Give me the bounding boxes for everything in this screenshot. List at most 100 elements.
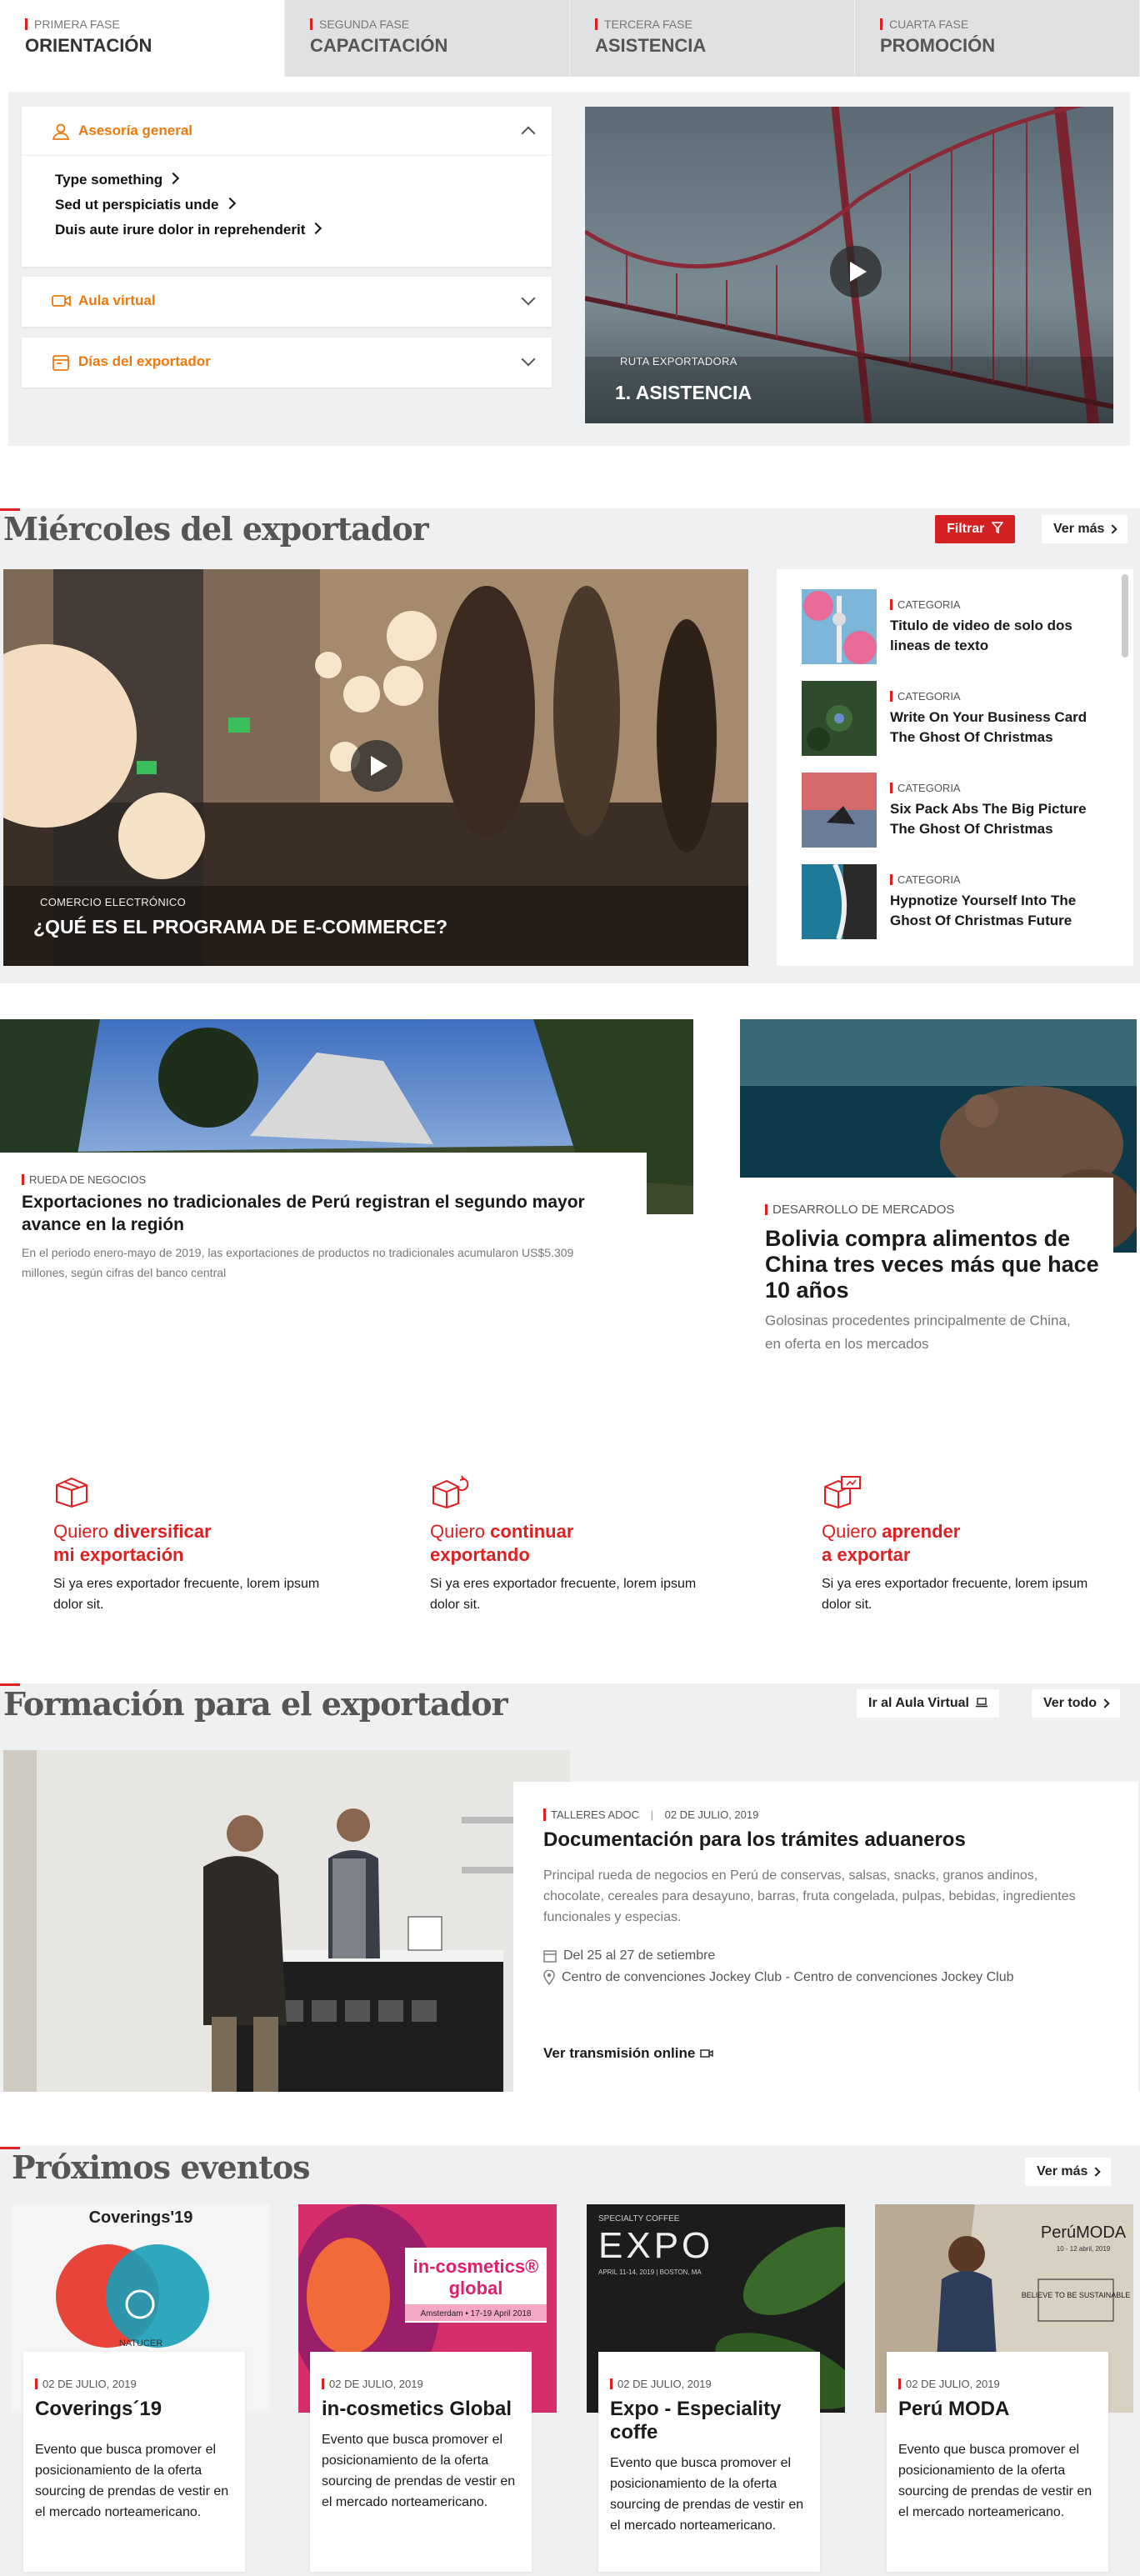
event-date: 02 DE JULIO, 2019 <box>322 2378 532 2389</box>
item-category: CATEGORIA <box>890 783 961 793</box>
why-heading: Quiero aprender a exportar <box>822 1521 961 1565</box>
why-diversificar[interactable]: Quiero diversificar mi exportación Si ya … <box>53 1475 320 1615</box>
chevron-right-icon <box>1091 2167 1102 2177</box>
svg-text:in-cosmetics®: in-cosmetics® <box>413 2256 539 2277</box>
card-when: Del 25 al 27 de setiembre <box>543 1948 715 1963</box>
formacion-card[interactable]: TALLERES ADOC | 02 DE JULIO, 2019 Docume… <box>513 1782 1138 2092</box>
tab-promocion[interactable]: CUARTA FASE PROMOCIÓN <box>855 0 1140 77</box>
accordion-link[interactable]: Sed ut perspiciatis unde <box>55 193 552 218</box>
box-screen-icon <box>822 1475 861 1508</box>
event-card[interactable]: 02 DE JULIO, 2019 Coverings´19 Evento qu… <box>23 2352 245 2572</box>
hero-video[interactable]: RUTA EXPORTADORA 1. ASISTENCIA <box>585 107 1113 423</box>
aula-label: Ir al Aula Virtual <box>868 1696 969 1710</box>
why-continuar[interactable]: Quiero continuar exportando Si ya eres ex… <box>430 1475 697 1615</box>
tab-name: ORIENTACIÓN <box>25 35 152 56</box>
filter-button[interactable]: Filtrar <box>935 515 1015 543</box>
video-title: 1. ASISTENCIA <box>615 382 752 403</box>
accordion-title: Aula virtual <box>78 293 156 308</box>
tab-phase: CUARTA FASE <box>880 18 1139 30</box>
why-desc: Si ya eres exportador frecuente, lorem i… <box>822 1577 1088 1612</box>
ver-mas-button[interactable]: Ver más <box>1042 515 1128 543</box>
accordion-header-asesoria[interactable]: Asesoría general <box>22 107 552 155</box>
section-title: Próximos eventos <box>12 2148 311 2186</box>
accordion-asesoria: Asesoría general Type something Sed ut p… <box>22 107 552 267</box>
why-aprender[interactable]: Quiero aprender a exportar Si ya eres exp… <box>822 1475 1088 1615</box>
video-list: CATEGORIA Titulo de video de solo dos li… <box>777 569 1133 966</box>
box-refresh-icon <box>430 1475 469 1508</box>
svg-text:global: global <box>449 2278 503 2298</box>
news-category: RUEDA DE NEGOCIOS <box>22 1174 146 1185</box>
card-where-text: Centro de convenciones Jockey Club - Cen… <box>562 1970 1014 1984</box>
thumbnail <box>802 773 877 848</box>
accordion-title: Días del exportador <box>78 353 211 369</box>
tab-phase: TERCERA FASE <box>595 18 854 30</box>
tab-phase: SEGUNDA FASE <box>310 18 569 30</box>
accordion-header-dias[interactable]: Días del exportador <box>22 338 552 386</box>
accordion-link[interactable]: Type something <box>55 168 552 193</box>
accordion-header-aula[interactable]: Aula virtual <box>22 277 552 325</box>
news-desc: Golosinas procedentes principalmente de … <box>765 1313 1071 1352</box>
event-desc: Evento que busca promover el posicionami… <box>898 2443 1092 2519</box>
card-desc: Principal rueda de negocios en Perú de c… <box>543 1868 1076 1924</box>
svg-text:EXPO: EXPO <box>598 2225 713 2266</box>
ver-todo-button[interactable]: Ver todo <box>1032 1689 1121 1718</box>
play-button[interactable] <box>830 246 882 298</box>
svg-text:PerúMODA: PerúMODA <box>1041 2223 1127 2242</box>
chevron-down-icon[interactable] <box>521 291 536 306</box>
event-card[interactable]: 02 DE JULIO, 2019 in-cosmetics Global Ev… <box>310 2352 532 2572</box>
formacion-image[interactable] <box>3 1750 570 2092</box>
feature-video[interactable]: COMERCIO ELECTRÓNICO ¿QUÉ ES EL PROGRAMA… <box>3 569 748 966</box>
list-item[interactable]: CATEGORIA Write On Your Business Card Th… <box>802 681 1110 758</box>
accordion-link[interactable]: Duis aute irure dolor in reprehenderit <box>55 218 552 243</box>
item-category: CATEGORIA <box>890 691 961 702</box>
thumbnail <box>802 681 877 756</box>
thumbnail <box>802 864 877 939</box>
play-button[interactable] <box>351 740 402 792</box>
location-pin-icon <box>543 1970 555 1985</box>
item-category: CATEGORIA <box>890 874 961 885</box>
phase-tabs: PRIMERA FASE ORIENTACIÓN SEGUNDA FASE CA… <box>0 0 1140 77</box>
ver-mas-label: Ver más <box>1037 2164 1088 2178</box>
card-title: Documentación para los trámites aduanero… <box>543 1828 966 1851</box>
svg-text:APRIL 11-14, 2019 | BOSTON, MA: APRIL 11-14, 2019 | BOSTON, MA <box>598 2268 702 2276</box>
tab-name: ASISTENCIA <box>595 35 707 56</box>
transmision-link[interactable]: Ver transmisión online <box>543 2045 714 2062</box>
chevron-right-icon <box>1100 1698 1110 1708</box>
calendar-icon <box>52 354 70 371</box>
news-card-1[interactable]: RUEDA DE NEGOCIOS Exportaciones no tradi… <box>0 1153 647 1294</box>
event-title: Perú MODA <box>898 2398 1010 2420</box>
item-title: Six Pack Abs The Big Picture The Ghost O… <box>890 801 1087 837</box>
calendar-icon <box>543 1949 557 1963</box>
event-date: 02 DE JULIO, 2019 <box>610 2378 820 2389</box>
event-date: 02 DE JULIO, 2019 <box>35 2378 245 2389</box>
news-title: Bolivia compra alimentos de China tres v… <box>765 1226 1099 1303</box>
tab-asistencia[interactable]: TERCERA FASE ASISTENCIA <box>570 0 855 77</box>
event-card[interactable]: 02 DE JULIO, 2019 Expo - Especiality cof… <box>598 2352 820 2572</box>
tab-phase: PRIMERA FASE <box>25 18 284 30</box>
list-item[interactable]: CATEGORIA Hypnotize Yourself Into The Gh… <box>802 864 1110 941</box>
chevron-down-icon[interactable] <box>521 352 536 367</box>
event-card[interactable]: 02 DE JULIO, 2019 Perú MODA Evento que b… <box>887 2352 1108 2572</box>
video-title: ¿QUÉ ES EL PROGRAMA DE E-COMMERCE? <box>33 916 448 938</box>
list-item[interactable]: CATEGORIA Titulo de video de solo dos li… <box>802 589 1110 666</box>
svg-text:SPECIALTY COFFEE: SPECIALTY COFFEE <box>598 2214 680 2223</box>
scrollbar[interactable] <box>1122 574 1128 658</box>
why-desc: Si ya eres exportador frecuente, lorem i… <box>53 1577 320 1612</box>
list-item[interactable]: CATEGORIA Six Pack Abs The Big Picture T… <box>802 773 1110 849</box>
tab-capacitacion[interactable]: SEGUNDA FASE CAPACITACIÓN <box>285 0 570 77</box>
news-desc: En el periodo enero-mayo de 2019, las ex… <box>22 1246 574 1279</box>
why-heading: Quiero diversificar mi exportación <box>53 1521 212 1565</box>
svg-text:NATUCER: NATUCER <box>119 2338 162 2348</box>
tab-orientacion[interactable]: PRIMERA FASE ORIENTACIÓN <box>0 0 285 77</box>
accordion-body: Type something Sed ut perspiciatis unde … <box>22 155 552 251</box>
ver-mas-eventos-button[interactable]: Ver más <box>1025 2158 1112 2186</box>
laptop-icon <box>976 1698 988 1708</box>
aula-virtual-button[interactable]: Ir al Aula Virtual <box>857 1689 1000 1718</box>
chevron-up-icon[interactable] <box>521 126 536 141</box>
news-card-2[interactable]: DESARROLLO DE MERCADOS Bolivia compra al… <box>740 1178 1113 1361</box>
svg-text:Amsterdam • 17-19 April 2018: Amsterdam • 17-19 April 2018 <box>420 2309 531 2318</box>
accordion-dias: Días del exportador <box>22 338 552 388</box>
item-category: CATEGORIA <box>890 599 961 610</box>
news-title: Exportaciones no tradicionales de Perú r… <box>22 1193 585 1234</box>
svg-text:BELIEVE TO BE SUSTAINABLE: BELIEVE TO BE SUSTAINABLE <box>1022 2291 1131 2299</box>
